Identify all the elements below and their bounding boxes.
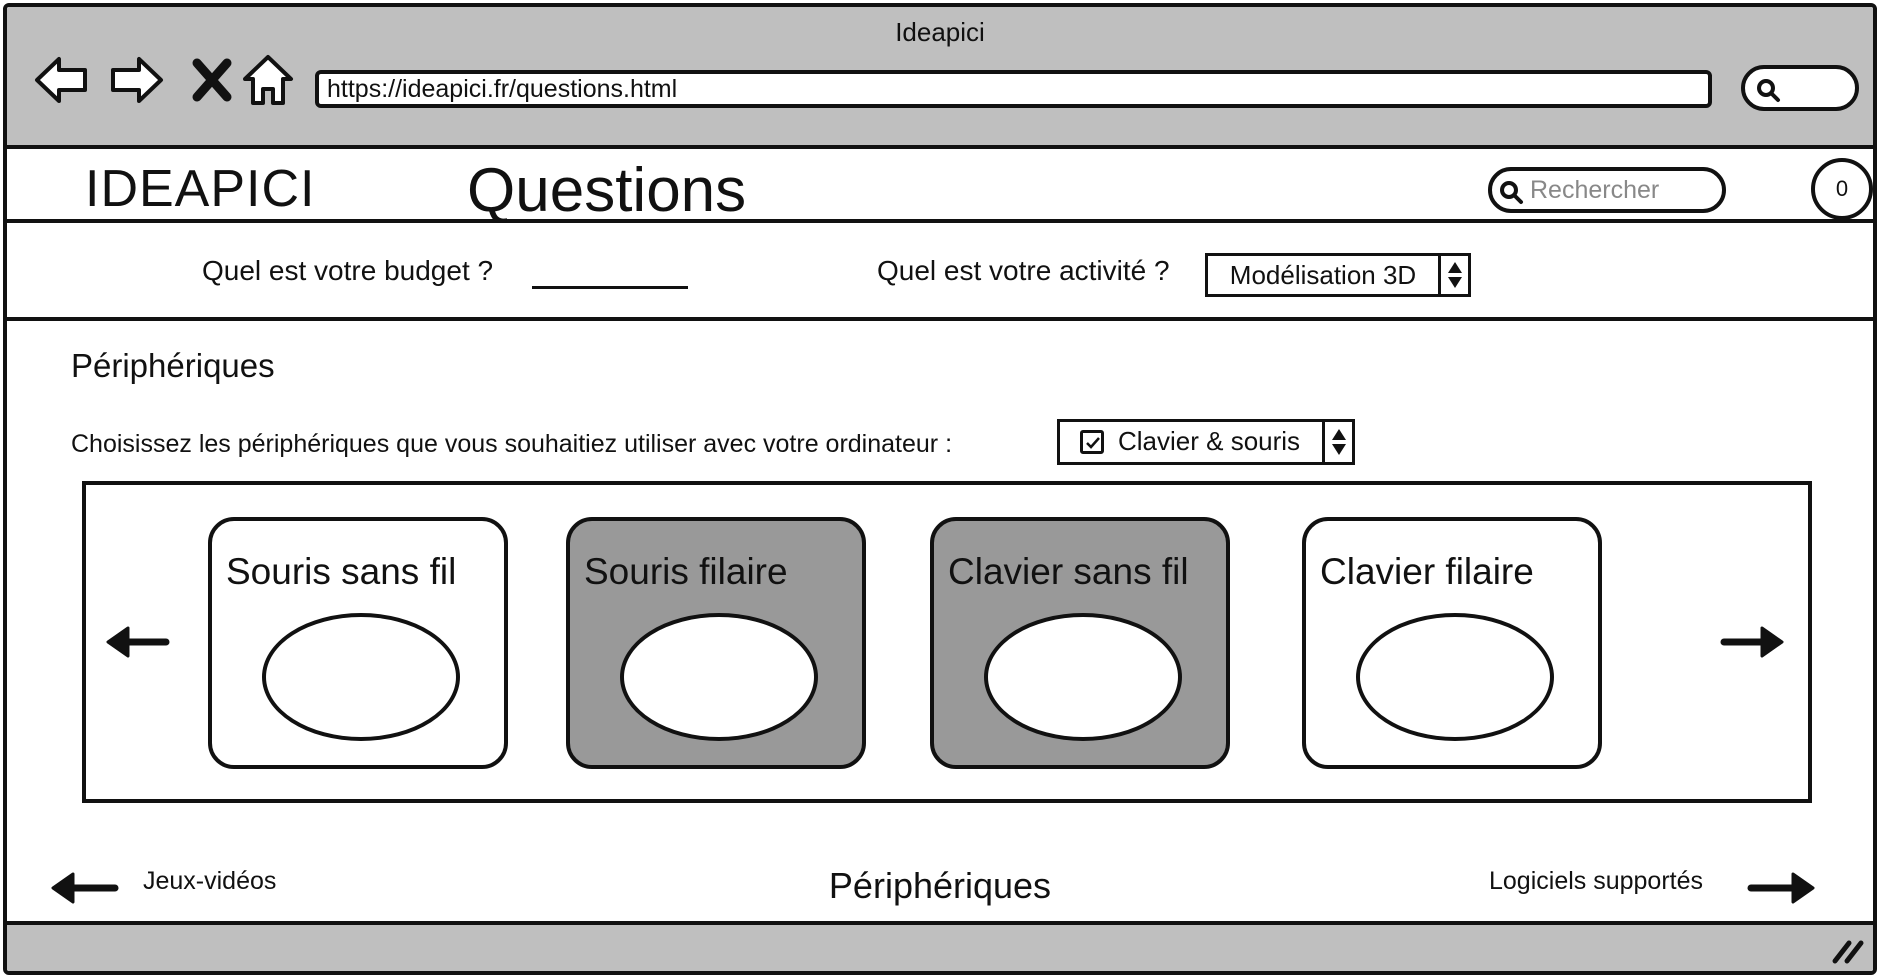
peripheral-card-selected[interactable]: Souris filaire [566, 517, 866, 769]
peripheral-choice-select[interactable]: Clavier & souris [1057, 419, 1355, 465]
carousel-prev-arrow-icon[interactable] [102, 623, 170, 661]
cart-count-badge[interactable]: 0 [1811, 158, 1873, 220]
site-logo[interactable]: IDEAPICI [85, 159, 316, 219]
resize-grip-icon[interactable] [1831, 935, 1865, 965]
close-icon[interactable] [183, 51, 241, 109]
section-title: Périphériques [71, 347, 275, 384]
peripheral-card[interactable]: Clavier filaire [1302, 517, 1602, 769]
card-label: Clavier filaire [1320, 551, 1534, 592]
card-label: Souris filaire [584, 551, 788, 592]
browser-window: Ideapici https://ideapici.fr/questions.h… [3, 3, 1877, 975]
next-step-arrow-icon[interactable] [1747, 869, 1819, 907]
window-title: Ideapici [895, 17, 985, 47]
choose-peripherals-label: Choisissez les périphériques que vous so… [71, 430, 953, 458]
site-header: IDEAPICI Questions 0 [7, 149, 1873, 225]
card-image-placeholder [1356, 613, 1554, 741]
activity-select-value: Modélisation 3D [1229, 260, 1417, 290]
url-bar[interactable]: https://ideapici.fr/questions.html [315, 70, 1712, 108]
budget-input[interactable] [532, 251, 688, 289]
page-title: Questions [467, 156, 747, 225]
questions-bar: Quel est votre budget ? Quel est votre a… [7, 223, 1873, 321]
select-arrows-icon[interactable] [1322, 422, 1352, 462]
peripheral-card-selected[interactable]: Clavier sans fil [930, 517, 1230, 769]
budget-label: Quel est votre budget ? [202, 255, 494, 286]
card-label: Souris sans fil [226, 551, 457, 592]
activity-label: Quel est votre activité ? [877, 255, 1170, 286]
site-search[interactable] [1488, 167, 1726, 213]
browser-titlebar: Ideapici https://ideapici.fr/questions.h… [7, 7, 1873, 149]
carousel-next-arrow-icon[interactable] [1720, 623, 1788, 661]
browser-statusbar [7, 921, 1873, 971]
peripheral-choice-value: Clavier & souris [1118, 426, 1301, 456]
card-image-placeholder [262, 613, 460, 741]
activity-select[interactable]: Modélisation 3D [1205, 253, 1471, 297]
peripherals-carousel: Souris sans fil Souris filaire Clavier s… [82, 481, 1812, 803]
browser-search-field[interactable] [1741, 65, 1859, 111]
select-arrows-icon[interactable] [1438, 256, 1468, 294]
step-navigation: Jeux-vidéos Périphériques Logiciels supp… [7, 847, 1873, 907]
search-icon [1500, 181, 1523, 204]
card-image-placeholder [984, 613, 1182, 741]
card-label: Clavier sans fil [948, 551, 1189, 592]
home-icon[interactable] [239, 51, 297, 109]
card-image-placeholder [620, 613, 818, 741]
peripheral-card[interactable]: Souris sans fil [208, 517, 508, 769]
checkbox-checked-icon[interactable] [1080, 430, 1104, 454]
forward-icon[interactable] [107, 51, 165, 109]
back-icon[interactable] [33, 51, 91, 109]
search-input[interactable] [1530, 175, 1710, 205]
search-icon [1757, 79, 1780, 102]
next-step-link[interactable]: Logiciels supportés [1489, 867, 1703, 896]
